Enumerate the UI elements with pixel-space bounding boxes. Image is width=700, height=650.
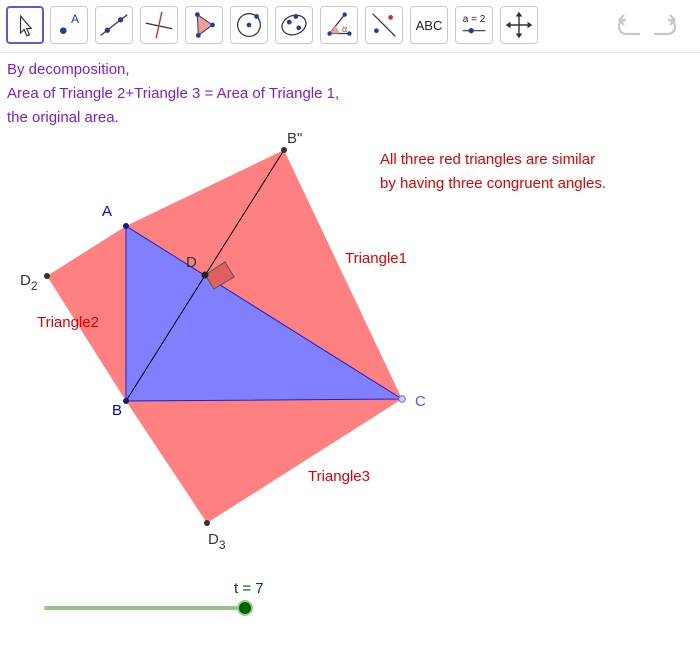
perpendicular-line-icon: [145, 11, 173, 39]
label-a: A: [102, 203, 113, 220]
slider-track[interactable]: [44, 606, 246, 610]
angle-icon: [327, 12, 352, 36]
triangle3-shape[interactable]: [126, 399, 402, 523]
redo-icon[interactable]: [650, 12, 680, 40]
point-bpp[interactable]: [281, 147, 287, 153]
reflect-icon: [372, 13, 396, 37]
label-d2: D2: [20, 272, 38, 292]
label-d3-sub: 3: [218, 538, 226, 552]
polygon-tool-button[interactable]: [185, 6, 223, 44]
undo-icon[interactable]: [614, 12, 644, 40]
decomposition-line-1: By decomposition,: [7, 61, 130, 78]
point-tool-button[interactable]: A: [50, 6, 88, 44]
label-bpp: B": [287, 130, 303, 147]
decomposition-note: By decomposition, Area of Triangle 2+Tri…: [7, 58, 339, 130]
slider-t[interactable]: t = 7: [40, 578, 270, 628]
point-c[interactable]: [398, 395, 406, 403]
point-icon: [60, 27, 67, 34]
similarity-line-2: by having three congruent angles.: [380, 175, 606, 192]
ellipse-tool-button[interactable]: [275, 6, 313, 44]
angle-tool-button[interactable]: α: [320, 6, 358, 44]
line-tool-button[interactable]: [95, 6, 133, 44]
slider-knob[interactable]: [237, 600, 253, 616]
slider-label: t = 7: [234, 580, 264, 597]
similarity-line-1: All three red triangles are similar: [380, 151, 596, 168]
perpendicular-tool-button[interactable]: [140, 6, 178, 44]
text-icon: ABC: [415, 17, 443, 33]
label-b: B: [112, 402, 123, 419]
label-triangle2: Triangle2: [37, 314, 99, 331]
angle-tool-label: α: [342, 24, 348, 34]
polygon-icon: [195, 12, 215, 38]
point-d[interactable]: [201, 271, 209, 279]
graphics-view[interactable]: [0, 53, 700, 650]
reflect-tool-button[interactable]: [365, 6, 403, 44]
decomposition-line-2: Area of Triangle 2+Triangle 3 = Area of …: [7, 85, 340, 102]
label-d3-main: D: [208, 531, 219, 548]
line-icon: [100, 14, 128, 36]
move-tool-button[interactable]: [6, 6, 44, 44]
slider-icon: [462, 28, 486, 34]
label-d: D: [186, 254, 197, 271]
move-view-tool-button[interactable]: [500, 6, 538, 44]
point-a[interactable]: [123, 223, 129, 229]
circle-tool-button[interactable]: [230, 6, 268, 44]
label-d3: D3: [208, 531, 226, 551]
point-d2[interactable]: [44, 273, 50, 279]
similarity-note: All three red triangles are similar by h…: [380, 148, 606, 196]
label-d2-sub: 2: [30, 279, 38, 293]
point-d3[interactable]: [204, 520, 210, 526]
label-triangle3: Triangle3: [308, 468, 370, 485]
circle-center-icon: [237, 13, 261, 37]
ellipse-icon: [281, 14, 307, 36]
construction-drawing: [44, 147, 406, 526]
slider-tool-button[interactable]: a = 2: [455, 6, 493, 44]
label-triangle1: Triangle1: [345, 250, 407, 267]
move-icon: [19, 14, 33, 37]
decomposition-line-3: the original area.: [7, 109, 119, 126]
move-graphics-view-icon: [505, 11, 533, 39]
point-b[interactable]: [123, 398, 129, 404]
point-tool-label: A: [71, 12, 80, 26]
toolbar: A α ABC a = 2: [0, 0, 700, 53]
slider-tool-label: a = 2: [462, 14, 486, 25]
text-tool-button[interactable]: ABC: [410, 6, 448, 44]
label-c: C: [415, 393, 426, 410]
label-d2-main: D: [20, 272, 31, 289]
